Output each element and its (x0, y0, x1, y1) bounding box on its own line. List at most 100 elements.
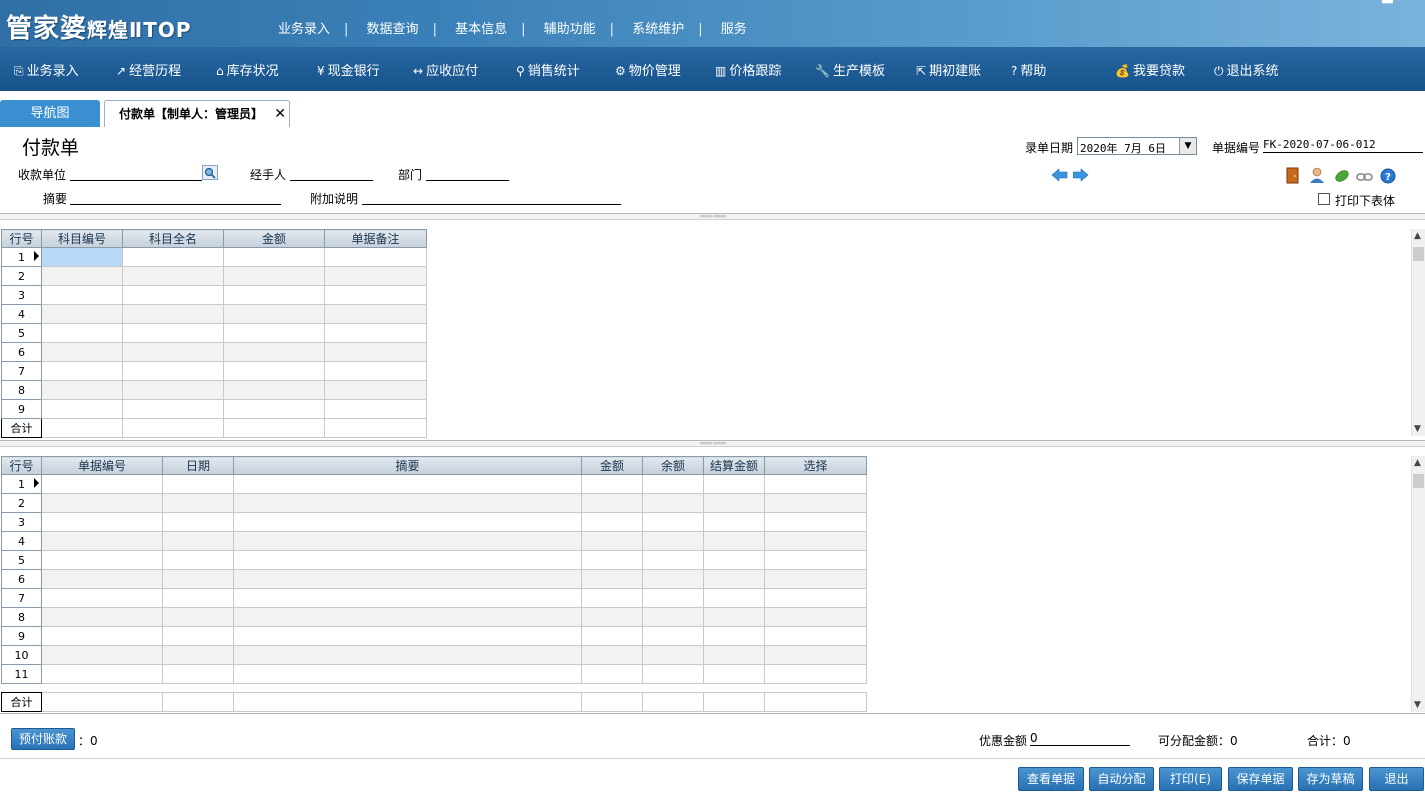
grid-cell[interactable] (703, 493, 765, 513)
grid-cell[interactable] (581, 626, 643, 646)
toolbar-exit-system[interactable]: ⏻ 退出系统 (1214, 60, 1279, 79)
grid-cell[interactable] (703, 474, 765, 494)
toolbar-opening-accounts[interactable]: ⇱ 期初建账 (916, 60, 981, 79)
column-header-select[interactable]: 选择 (764, 456, 867, 475)
chevron-down-icon[interactable]: ▼ (1179, 138, 1196, 154)
top-menu-data-query[interactable]: 数据查询 (367, 22, 419, 37)
table-row[interactable]: 3 (1, 285, 427, 305)
grid-cell[interactable] (41, 626, 163, 646)
next-arrow-icon[interactable] (1072, 168, 1089, 185)
table-row[interactable]: 1 (1, 247, 427, 267)
table-row[interactable]: 5 (1, 550, 867, 570)
grid-cell[interactable] (122, 323, 224, 343)
grid-cell[interactable] (41, 531, 163, 551)
grid-cell[interactable] (324, 380, 427, 400)
grid-cell[interactable] (162, 493, 234, 513)
grid-cell[interactable] (642, 588, 704, 608)
grid-cell[interactable] (223, 247, 325, 267)
tab-payment-voucher[interactable]: 付款单【制单人：管理员】 ✕ (104, 100, 290, 127)
toolbar-business-history[interactable]: ↗ 经营历程 (116, 60, 181, 79)
toolbar-price-tracking[interactable]: ▥ 价格跟踪 (715, 60, 781, 79)
grid-cell[interactable] (233, 588, 582, 608)
grid-cell[interactable] (642, 645, 704, 665)
grid-cell[interactable] (233, 512, 582, 532)
grid-cell[interactable] (642, 626, 704, 646)
top-menu-basic-info[interactable]: 基本信息 (455, 22, 507, 37)
grid-cell[interactable] (324, 323, 427, 343)
table-row[interactable]: 2 (1, 266, 427, 286)
grid-cell[interactable] (162, 664, 234, 684)
grid-cell[interactable] (41, 645, 163, 665)
grid-cell[interactable] (324, 399, 427, 419)
scroll-up-icon[interactable]: ▲ (1414, 458, 1421, 468)
column-header-account-code[interactable]: 科目编号 (41, 229, 123, 248)
grid-cell[interactable] (233, 569, 582, 589)
grid-cell[interactable] (703, 664, 765, 684)
column-header-doc-remark[interactable]: 单据备注 (324, 229, 427, 248)
toolbar-receivable-payable[interactable]: ↔ 应收应付 (413, 60, 478, 79)
help-icon[interactable]: ? (1380, 168, 1396, 187)
grid-cell[interactable] (581, 569, 643, 589)
grid-cell[interactable] (324, 304, 427, 324)
docno-value[interactable]: FK-2020-07-06-012 (1263, 138, 1423, 153)
grid-cell[interactable] (642, 531, 704, 551)
grid-cell[interactable] (223, 342, 325, 362)
grid-cell[interactable] (41, 664, 163, 684)
grid-cell[interactable] (41, 361, 123, 381)
save-draft-button[interactable]: 存为草稿 (1298, 767, 1363, 791)
scroll-thumb[interactable] (1413, 474, 1424, 488)
grid-cell[interactable] (122, 342, 224, 362)
grid-cell[interactable] (764, 493, 867, 513)
prev-arrow-icon[interactable] (1051, 168, 1068, 185)
grid2-scrollbar[interactable]: ▲ ▼ (1411, 456, 1425, 712)
table-row[interactable]: 2 (1, 493, 867, 513)
column-header-doc-number[interactable]: 单据编号 (41, 456, 163, 475)
grid-cell[interactable] (764, 588, 867, 608)
grid-cell[interactable] (642, 607, 704, 627)
table-row[interactable]: 4 (1, 531, 867, 551)
grid-cell[interactable] (122, 399, 224, 419)
discount-input[interactable]: 0 (1030, 731, 1130, 746)
toolbar-production-template[interactable]: 🔧 生产模板 (815, 60, 885, 79)
auto-allocate-button[interactable]: 自动分配 (1089, 767, 1154, 791)
column-header-row-no[interactable]: 行号 (1, 229, 42, 248)
table-row[interactable]: 6 (1, 342, 427, 362)
grid-cell[interactable] (703, 588, 765, 608)
toolbar-apply-loan[interactable]: 💰 我要贷款 (1115, 60, 1185, 79)
grid-cell[interactable] (41, 474, 163, 494)
grid-cell[interactable] (41, 266, 123, 286)
grid-cell[interactable] (41, 588, 163, 608)
grid-cell[interactable] (162, 645, 234, 665)
grid-cell[interactable] (41, 493, 163, 513)
grid-cell[interactable] (764, 569, 867, 589)
grid-cell[interactable] (41, 285, 123, 305)
grid-cell[interactable] (642, 474, 704, 494)
leaf-icon[interactable] (1334, 169, 1350, 186)
grid-cell[interactable] (703, 512, 765, 532)
grid-cell[interactable] (764, 607, 867, 627)
grid-cell[interactable] (41, 607, 163, 627)
grid-cell[interactable] (41, 304, 123, 324)
link-icon[interactable] (1356, 171, 1374, 185)
grid-cell[interactable] (703, 645, 765, 665)
column-header-date[interactable]: 日期 (162, 456, 234, 475)
grid-cell[interactable] (581, 531, 643, 551)
grid-cell[interactable] (703, 626, 765, 646)
table-row[interactable]: 10 (1, 645, 867, 665)
grid-cell[interactable] (324, 361, 427, 381)
grid-cell[interactable] (223, 304, 325, 324)
grid-cell[interactable] (642, 493, 704, 513)
grid-cell[interactable] (162, 626, 234, 646)
grid-cell[interactable] (703, 569, 765, 589)
print-button[interactable]: 打印(E) (1159, 767, 1222, 791)
grid-cell[interactable] (162, 512, 234, 532)
grid-cell[interactable] (223, 285, 325, 305)
table-row[interactable]: 8 (1, 607, 867, 627)
table-row[interactable]: 11 (1, 664, 867, 684)
grid-cell[interactable] (122, 266, 224, 286)
toolbar-inventory-status[interactable]: ⌂ 库存状况 (216, 60, 279, 79)
grid-cell[interactable] (41, 550, 163, 570)
table-row[interactable]: 3 (1, 512, 867, 532)
view-document-button[interactable]: 查看单据 (1018, 767, 1084, 791)
grid-cell[interactable] (703, 531, 765, 551)
